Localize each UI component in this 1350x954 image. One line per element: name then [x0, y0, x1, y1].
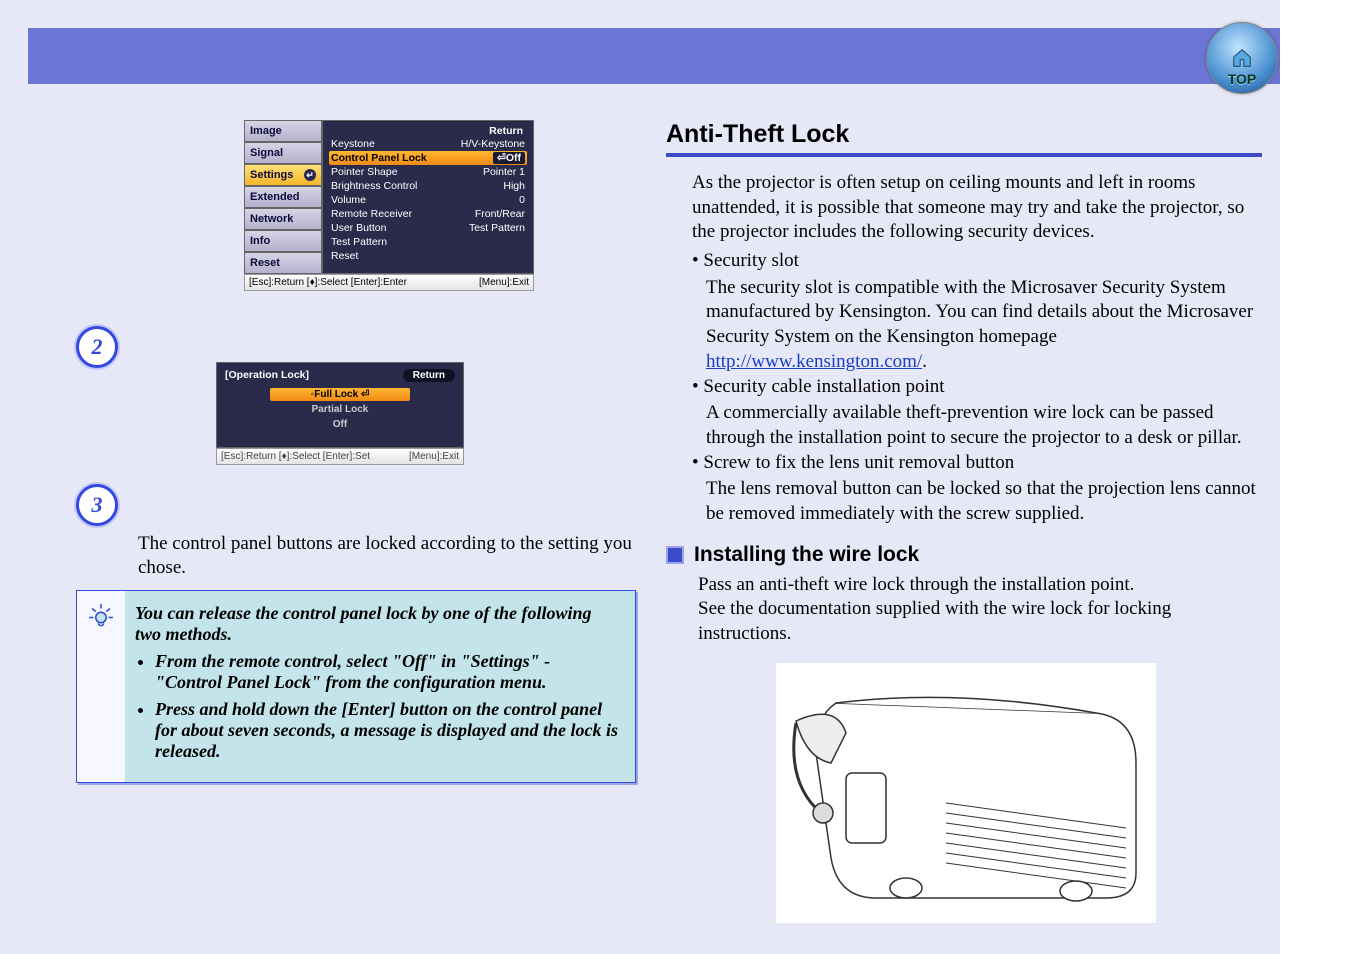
- bullet-3-label: Screw to fix the lens unit removal butto…: [703, 452, 1014, 473]
- bullet-2-body: A commercially available theft-preventio…: [706, 401, 1262, 450]
- step-3-marker: 3: [76, 484, 118, 526]
- osd-row: User ButtonTest Pattern: [329, 221, 527, 235]
- osd2-help-right: [Menu]:Exit: [409, 451, 459, 462]
- bullet-1-body: The security slot is compatible with the…: [706, 277, 1253, 347]
- subsection-heading: Installing the wire lock: [666, 543, 1262, 567]
- left-body-text: The control panel buttons are locked acc…: [138, 532, 638, 580]
- osd-tab-settings: Settings↵: [244, 164, 322, 186]
- osd2-help-left: [Esc]:Return [♦]:Select [Enter]:Set: [221, 451, 370, 462]
- top-label: TOP: [1228, 71, 1257, 87]
- step-2-marker: 2: [76, 326, 118, 368]
- osd-help-left: [Esc]:Return [♦]:Select [Enter]:Enter: [249, 277, 407, 288]
- tip-bullet-2: Press and hold down the [Enter] button o…: [155, 699, 619, 762]
- sub-paragraph-1: Pass an anti-theft wire lock through the…: [698, 573, 1262, 598]
- settings-menu-screenshot: ImageSignalSettings↵ExtendedNetworkInfoR…: [244, 120, 534, 291]
- osd-tab-image: Image: [244, 120, 322, 142]
- osd-row: Remote ReceiverFront/Rear: [329, 207, 527, 221]
- bullet-2-label: Security cable installation point: [703, 376, 944, 397]
- sub-paragraph-2: See the documentation supplied with the …: [698, 597, 1262, 646]
- tip-bullet-1: From the remote control, select "Off" in…: [155, 651, 619, 693]
- tip-box: You can release the control panel lock b…: [76, 590, 636, 783]
- osd-row: Control Panel Lock⏎Off: [329, 151, 527, 165]
- osd2-option: Off: [270, 418, 410, 431]
- osd-tab-extended: Extended: [244, 186, 322, 208]
- bullet-3-body: The lens removal button can be locked so…: [706, 477, 1262, 526]
- bullet-1-label: Security slot: [703, 250, 799, 271]
- operation-lock-screenshot: [Operation Lock] Return ◦Full Lock ⏎ Part…: [216, 362, 464, 465]
- osd-tab-signal: Signal: [244, 142, 322, 164]
- osd2-return: Return: [403, 369, 455, 382]
- kensington-link[interactable]: http://www.kensington.com/: [706, 351, 922, 372]
- osd-row: Volume0: [329, 193, 527, 207]
- section-title: Anti-Theft Lock: [666, 120, 1262, 157]
- osd-row: Reset: [329, 249, 527, 263]
- osd-tab-info: Info: [244, 230, 322, 252]
- osd-tab-reset: Reset: [244, 252, 322, 274]
- osd-row: Test Pattern: [329, 235, 527, 249]
- osd-row: Pointer ShapePointer 1: [329, 165, 527, 179]
- osd-row: Brightness ControlHigh: [329, 179, 527, 193]
- osd2-title: [Operation Lock]: [225, 369, 309, 382]
- subsection-title: Installing the wire lock: [694, 543, 919, 567]
- osd2-option: ◦Full Lock ⏎: [270, 388, 410, 401]
- intro-paragraph: As the projector is often setup on ceili…: [692, 171, 1262, 245]
- osd-row: KeystoneH/V-Keystone: [329, 137, 527, 151]
- page-margin: [1280, 0, 1350, 954]
- header-bar: [28, 28, 1280, 84]
- square-bullet-icon: [666, 546, 684, 564]
- osd-tab-network: Network: [244, 208, 322, 230]
- tip-icon: [86, 601, 116, 631]
- home-icon: [1229, 47, 1255, 69]
- top-button[interactable]: TOP: [1206, 22, 1278, 94]
- projector-illustration: [776, 663, 1156, 923]
- tip-intro: You can release the control panel lock b…: [135, 603, 619, 645]
- osd-return-label: Return: [329, 125, 527, 137]
- osd-help-right: [Menu]:Exit: [479, 277, 529, 288]
- osd2-option: Partial Lock: [270, 403, 410, 416]
